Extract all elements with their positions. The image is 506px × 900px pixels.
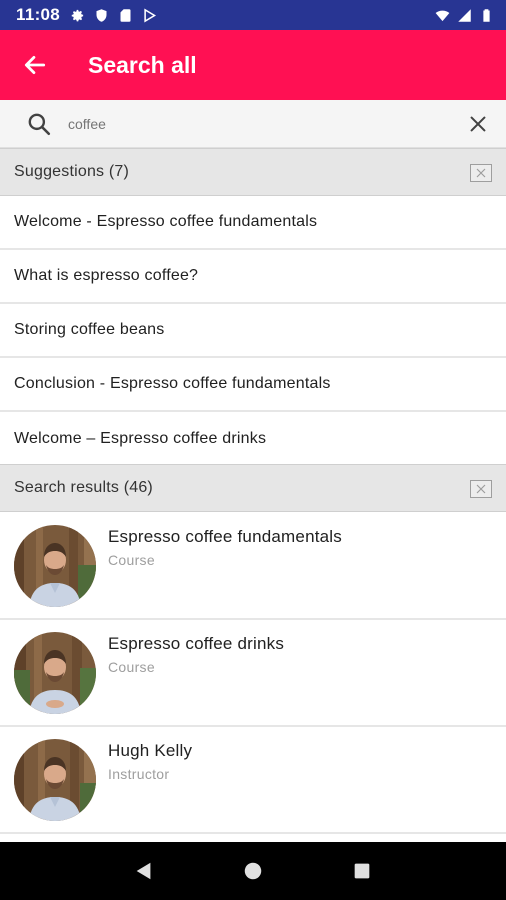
suggestion-item[interactable]: Storing coffee beans	[0, 304, 506, 358]
suggestion-label: What is espresso coffee?	[14, 267, 199, 284]
close-box-icon	[476, 168, 486, 178]
search-result-item[interactable]: Espresso coffee fundamentals Course	[0, 513, 506, 620]
status-bar: 11:08	[0, 0, 506, 30]
status-time: 11:08	[16, 5, 61, 24]
nav-recents-button[interactable]	[342, 851, 382, 891]
nav-home-button[interactable]	[233, 851, 273, 891]
home-circle-icon	[244, 862, 262, 880]
signal-icon	[457, 8, 472, 23]
suggestion-item[interactable]: Welcome – Espresso coffee drinks	[0, 412, 506, 466]
search-results-title: Search results (46)	[14, 479, 153, 496]
result-type: Instructor	[108, 766, 170, 782]
avatar	[14, 525, 96, 607]
result-type: Course	[108, 552, 155, 568]
system-nav-bar	[0, 842, 506, 900]
suggestions-header: Suggestions (7)	[0, 148, 506, 196]
gear-icon	[70, 8, 85, 23]
battery-icon	[479, 8, 494, 23]
recents-square-icon	[354, 863, 369, 879]
clear-search-button[interactable]	[450, 100, 506, 148]
app-bar: Search all	[0, 30, 506, 100]
avatar	[14, 632, 96, 714]
back-triangle-icon	[136, 862, 151, 880]
shield-icon	[94, 8, 109, 23]
search-icon	[0, 100, 78, 148]
close-icon	[470, 116, 486, 131]
result-title: Espresso coffee drinks	[108, 634, 285, 653]
search-result-item[interactable]: Espresso coffee drinks Course	[0, 620, 506, 727]
result-type: Course	[108, 659, 155, 675]
play-store-icon	[142, 7, 157, 23]
suggestion-label: Storing coffee beans	[14, 321, 165, 338]
dismiss-suggestions-button[interactable]	[470, 164, 492, 182]
sim-card-icon	[118, 8, 133, 23]
suggestions-title: Suggestions (7)	[14, 163, 130, 180]
suggestion-label: Conclusion - Espresso coffee fundamental…	[14, 375, 331, 392]
dismiss-results-button[interactable]	[470, 480, 492, 498]
search-result-item[interactable]: Hugh Kelly Instructor	[0, 727, 506, 834]
close-box-icon	[476, 484, 486, 494]
suggestion-label: Welcome – Espresso coffee drinks	[14, 430, 267, 447]
nav-back-button[interactable]	[124, 851, 164, 891]
suggestion-item[interactable]: Welcome - Espresso coffee fundamentals	[0, 196, 506, 250]
avatar	[14, 739, 96, 821]
wifi-icon	[435, 8, 450, 23]
result-title: Hugh Kelly	[108, 741, 193, 760]
search-results-header: Search results (46)	[0, 464, 506, 512]
arrow-left-icon	[24, 56, 46, 74]
suggestion-label: Welcome - Espresso coffee fundamentals	[14, 213, 318, 230]
result-title: Espresso coffee fundamentals	[108, 527, 342, 546]
search-bar	[0, 100, 506, 148]
search-input[interactable]	[68, 103, 450, 144]
page-title: Search all	[88, 51, 197, 78]
back-button[interactable]	[0, 30, 70, 100]
suggestion-item[interactable]: Conclusion - Espresso coffee fundamental…	[0, 358, 506, 412]
suggestion-item[interactable]: What is espresso coffee?	[0, 250, 506, 304]
